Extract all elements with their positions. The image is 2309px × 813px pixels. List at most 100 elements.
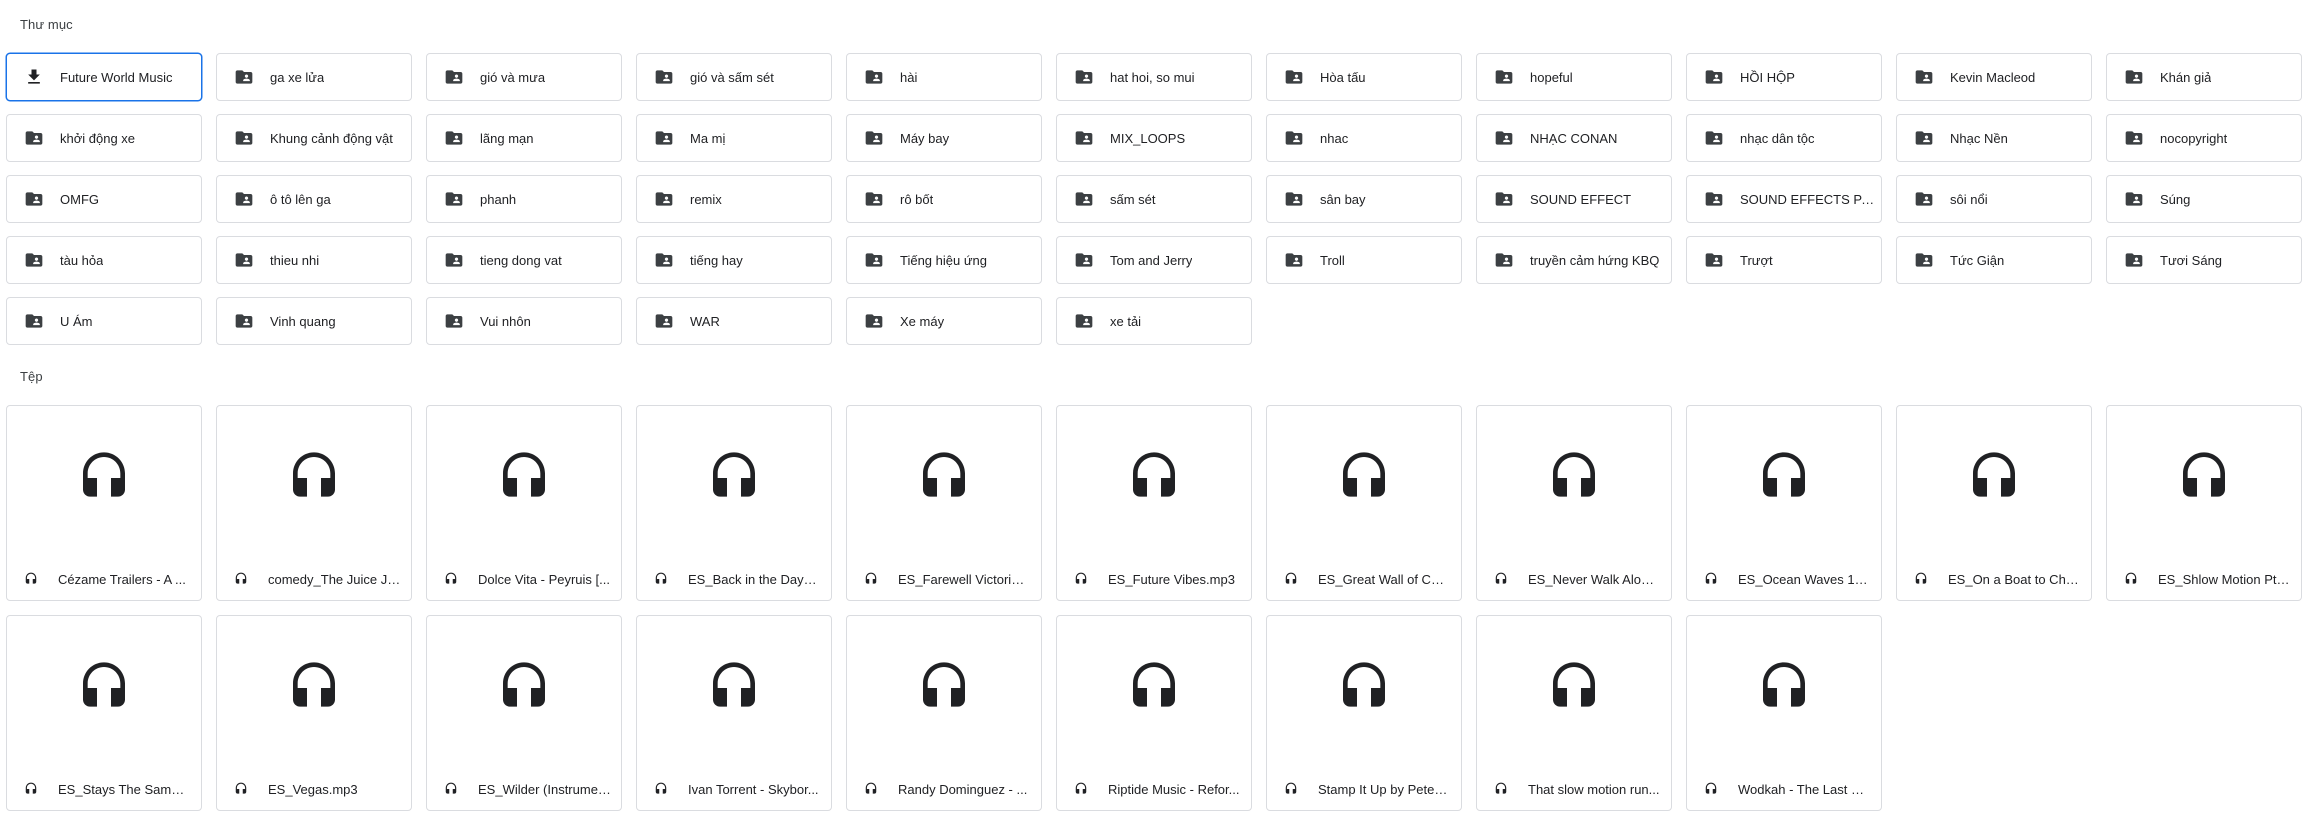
folder-item[interactable]: tieng dong vat: [426, 236, 622, 284]
shared-folder-icon: [1074, 250, 1094, 270]
folder-item[interactable]: Khung cảnh động vật: [216, 114, 412, 162]
folder-item[interactable]: Trượt: [1686, 236, 1882, 284]
folder-item[interactable]: OMFG: [6, 175, 202, 223]
file-card[interactable]: ES_Wilder (Instrumen...: [426, 615, 622, 811]
headphones-icon: [706, 450, 762, 511]
folder-item[interactable]: ô tô lên ga: [216, 175, 412, 223]
folder-label: Xe máy: [900, 313, 945, 329]
folder-item[interactable]: gió và mưa: [426, 53, 622, 101]
file-card[interactable]: Randy Dominguez - ...: [846, 615, 1042, 811]
folder-label: thieu nhi: [270, 252, 320, 268]
file-card[interactable]: Stamp It Up by Peter ...: [1266, 615, 1462, 811]
folder-item[interactable]: Nhạc Nền: [1896, 114, 2092, 162]
file-thumbnail: [1477, 616, 1671, 764]
shared-folder-icon: [234, 67, 254, 87]
folder-item[interactable]: HỒI HỘP: [1686, 53, 1882, 101]
folder-label: nhạc dân tộc: [1740, 130, 1815, 146]
file-info: ES_Future Vibes.mp3: [1074, 568, 1241, 590]
folder-item[interactable]: Xe máy: [846, 297, 1042, 345]
file-thumbnail: [847, 406, 1041, 554]
folder-item[interactable]: phanh: [426, 175, 622, 223]
file-card[interactable]: ES_Farewell Victoria....: [846, 405, 1042, 601]
headphones-icon: [1914, 572, 1928, 586]
folder-item[interactable]: truyền cảm hứng KBQ: [1476, 236, 1672, 284]
file-card[interactable]: That slow motion run...: [1476, 615, 1672, 811]
file-name: Wodkah - The Last Bu...: [1738, 781, 1871, 797]
folder-item[interactable]: NHẠC CONAN: [1476, 114, 1672, 162]
folder-item[interactable]: hat hoi, so mui: [1056, 53, 1252, 101]
file-card[interactable]: ES_Stays The Same (I...: [6, 615, 202, 811]
folder-item[interactable]: hài: [846, 53, 1042, 101]
file-card[interactable]: ES_Ocean Waves 1.m...: [1686, 405, 1882, 601]
folder-label: Ma mị: [690, 130, 726, 146]
folder-item[interactable]: Ma mị: [636, 114, 832, 162]
folder-item[interactable]: tàu hỏa: [6, 236, 202, 284]
folder-label: ga xe lửa: [270, 69, 325, 85]
file-card[interactable]: ES_Never Walk Alone ...: [1476, 405, 1672, 601]
folder-item[interactable]: Súng: [2106, 175, 2302, 223]
folder-item[interactable]: Kevin Macleod: [1896, 53, 2092, 101]
folder-label: Khung cảnh động vật: [270, 130, 393, 146]
folder-label: ô tô lên ga: [270, 191, 331, 207]
folder-label: remix: [690, 191, 722, 207]
folder-item[interactable]: Troll: [1266, 236, 1462, 284]
folder-item[interactable]: lãng mạn: [426, 114, 622, 162]
folder-item[interactable]: Tươi Sáng: [2106, 236, 2302, 284]
headphones-icon: [1336, 660, 1392, 721]
file-card[interactable]: ES_On a Boat to Chin...: [1896, 405, 2092, 601]
files-section-title: Tệp: [20, 369, 43, 384]
folder-label: gió và mưa: [480, 69, 546, 85]
folder-item[interactable]: khởi động xe: [6, 114, 202, 162]
file-card[interactable]: Wodkah - The Last Bu...: [1686, 615, 1882, 811]
folder-item[interactable]: WAR: [636, 297, 832, 345]
file-card[interactable]: Dolce Vita - Peyruis [...: [426, 405, 622, 601]
folder-item[interactable]: Tiếng hiệu ứng: [846, 236, 1042, 284]
folder-item[interactable]: rô bốt: [846, 175, 1042, 223]
folder-item[interactable]: tiếng hay: [636, 236, 832, 284]
folder-item[interactable]: remix: [636, 175, 832, 223]
headphones-icon: [1494, 782, 1508, 796]
folder-item[interactable]: U Ám: [6, 297, 202, 345]
headphones-icon: [706, 660, 762, 721]
file-card[interactable]: Cézame Trailers - A ...: [6, 405, 202, 601]
headphones-icon: [1546, 660, 1602, 721]
folder-item[interactable]: MIX_LOOPS: [1056, 114, 1252, 162]
folder-item[interactable]: thieu nhi: [216, 236, 412, 284]
folder-item[interactable]: SOUND EFFECT: [1476, 175, 1672, 223]
folder-item[interactable]: nhạc dân tộc: [1686, 114, 1882, 162]
folder-item[interactable]: ga xe lửa: [216, 53, 412, 101]
shared-folder-icon: [1284, 250, 1304, 270]
file-card[interactable]: ES_Future Vibes.mp3: [1056, 405, 1252, 601]
file-card[interactable]: ES_Vegas.mp3: [216, 615, 412, 811]
file-thumbnail: [1687, 616, 1881, 764]
file-card[interactable]: Riptide Music - Refor...: [1056, 615, 1252, 811]
folder-item[interactable]: SOUND EFFECTS PACK: [1686, 175, 1882, 223]
file-card[interactable]: ES_Back in the Days....: [636, 405, 832, 601]
headphones-icon: [1966, 450, 2022, 511]
folder-item[interactable]: Vinh quang: [216, 297, 412, 345]
folder-label: hài: [900, 69, 918, 85]
file-info: ES_Farewell Victoria....: [864, 568, 1031, 590]
folder-item[interactable]: hopeful: [1476, 53, 1672, 101]
folder-item[interactable]: sân bay: [1266, 175, 1462, 223]
file-name: ES_On a Boat to Chin...: [1948, 571, 2081, 587]
folder-item[interactable]: Khán giả: [2106, 53, 2302, 101]
file-thumbnail: [1057, 616, 1251, 764]
folder-item[interactable]: Hòa tấu: [1266, 53, 1462, 101]
folder-item[interactable]: Vui nhôn: [426, 297, 622, 345]
folder-item[interactable]: Future World Music: [6, 53, 202, 101]
file-card[interactable]: ES_Shlow Motion Pt. ...: [2106, 405, 2302, 601]
file-card[interactable]: Ivan Torrent - Skybor...: [636, 615, 832, 811]
file-card[interactable]: comedy_The Juice Ja...: [216, 405, 412, 601]
folder-item[interactable]: Tức Giận: [1896, 236, 2092, 284]
folder-item[interactable]: Máy bay: [846, 114, 1042, 162]
folder-item[interactable]: nhac: [1266, 114, 1462, 162]
folder-item[interactable]: Tom and Jerry: [1056, 236, 1252, 284]
folder-item[interactable]: gió và sấm sét: [636, 53, 832, 101]
folder-item[interactable]: sôi nổi: [1896, 175, 2092, 223]
file-thumbnail: [7, 616, 201, 764]
folder-item[interactable]: sấm sét: [1056, 175, 1252, 223]
folder-item[interactable]: nocopyright: [2106, 114, 2302, 162]
file-card[interactable]: ES_Great Wall of Chin...: [1266, 405, 1462, 601]
folder-item[interactable]: xe tải: [1056, 297, 1252, 345]
